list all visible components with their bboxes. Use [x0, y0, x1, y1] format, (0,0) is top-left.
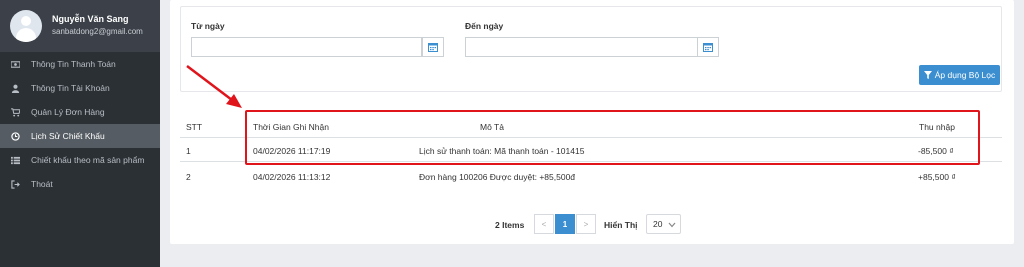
sidebar-item-label: Thông Tin Thanh Toán — [31, 59, 116, 69]
sidebar-item-label: Thông Tin Tài Khoản — [31, 83, 110, 93]
cell-income: -85,500 ₫ — [918, 146, 954, 156]
page-size-select[interactable]: 20 — [646, 214, 681, 234]
list-icon — [10, 155, 20, 165]
table-row: 1 04/02/2026 11:17:19 Lịch sử thanh toán… — [180, 138, 1002, 162]
user-profile: Nguyễn Văn Sang sanbatdong2@gmail.com — [0, 0, 160, 52]
to-date-label: Đến ngày — [465, 21, 504, 31]
table-header: STT Thời Gian Ghi Nhận Mô Tả Thu nhập — [180, 114, 1002, 138]
sidebar-item-label: Lịch Sử Chiết Khấu — [31, 131, 105, 141]
logout-icon — [10, 179, 20, 189]
sidebar-menu: Thông Tin Thanh Toán Thông Tin Tài Khoản… — [0, 52, 160, 196]
items-count: 2 Items — [495, 220, 525, 230]
sidebar-item-logout[interactable]: Thoát — [0, 172, 160, 196]
sidebar-item-discount-history[interactable]: Lịch Sử Chiết Khấu — [0, 124, 160, 148]
filter-icon — [923, 71, 932, 79]
to-date-field[interactable] — [465, 37, 698, 57]
row-divider — [180, 161, 1002, 162]
prev-page-button[interactable]: < — [534, 214, 554, 234]
apply-filter-button[interactable]: Áp dụng Bộ Lọc — [919, 65, 1000, 85]
date-filter-panel: Từ ngày Đến ngày Áp dụng Bộ Lọc — [180, 6, 1002, 92]
cell-description: Đơn hàng 100206 Được duyệt: +85,500đ — [419, 172, 576, 182]
from-date-field[interactable] — [191, 37, 422, 57]
cell-description: Lịch sử thanh toán: Mã thanh toán - 1014… — [419, 146, 585, 156]
cell-income: +85,500 ₫ — [918, 172, 956, 182]
cell-time: 04/02/2026 11:17:19 — [253, 146, 331, 156]
main-panel: Từ ngày Đến ngày Áp dụng Bộ Lọc STT Thời… — [170, 0, 1014, 244]
pagination: 2 Items < 1 > Hiển Thị 20 — [170, 212, 1014, 236]
from-date-calendar-button[interactable] — [422, 37, 444, 57]
table-row: 2 04/02/2026 11:13:12 Đơn hàng 100206 Đư… — [180, 164, 1002, 188]
to-date-input[interactable] — [466, 38, 697, 56]
sidebar-item-account-info[interactable]: Thông Tin Tài Khoản — [0, 76, 160, 100]
avatar — [10, 10, 42, 42]
from-date-input[interactable] — [192, 38, 421, 56]
page-size-value: 20 — [653, 219, 663, 229]
cell-stt: 2 — [186, 172, 191, 182]
to-date-calendar-button[interactable] — [697, 37, 719, 57]
clock-icon — [10, 131, 20, 141]
apply-filter-label: Áp dụng Bộ Lọc — [934, 70, 996, 80]
sidebar-item-orders[interactable]: Quản Lý Đơn Hàng — [0, 100, 160, 124]
header-income: Thu nhập — [919, 122, 955, 132]
cell-time: 04/02/2026 11:13:12 — [253, 172, 331, 182]
cell-stt: 1 — [186, 146, 191, 156]
user-name: Nguyễn Văn Sang — [52, 14, 129, 24]
next-page-button[interactable]: > — [576, 214, 596, 234]
header-description: Mô Tả — [480, 122, 504, 132]
user-icon — [10, 83, 20, 93]
page-1-button[interactable]: 1 — [555, 214, 575, 234]
money-icon — [10, 59, 20, 69]
calendar-icon — [703, 43, 713, 52]
header-stt: STT — [186, 122, 203, 132]
calendar-icon — [428, 43, 438, 52]
user-email: sanbatdong2@gmail.com — [52, 27, 143, 36]
page-size-label: Hiển Thị — [604, 220, 638, 230]
sidebar-item-discount-by-sku[interactable]: Chiết khấu theo mã sản phẩm — [0, 148, 160, 172]
sidebar-item-label: Thoát — [31, 179, 53, 189]
cart-icon — [10, 107, 20, 117]
sidebar-item-payment-info[interactable]: Thông Tin Thanh Toán — [0, 52, 160, 76]
sidebar: Nguyễn Văn Sang sanbatdong2@gmail.com Th… — [0, 0, 160, 267]
from-date-label: Từ ngày — [191, 21, 225, 31]
chevron-down-icon — [668, 222, 676, 228]
sidebar-item-label: Chiết khấu theo mã sản phẩm — [31, 155, 145, 165]
sidebar-item-label: Quản Lý Đơn Hàng — [31, 107, 105, 117]
header-time: Thời Gian Ghi Nhận — [253, 122, 329, 132]
